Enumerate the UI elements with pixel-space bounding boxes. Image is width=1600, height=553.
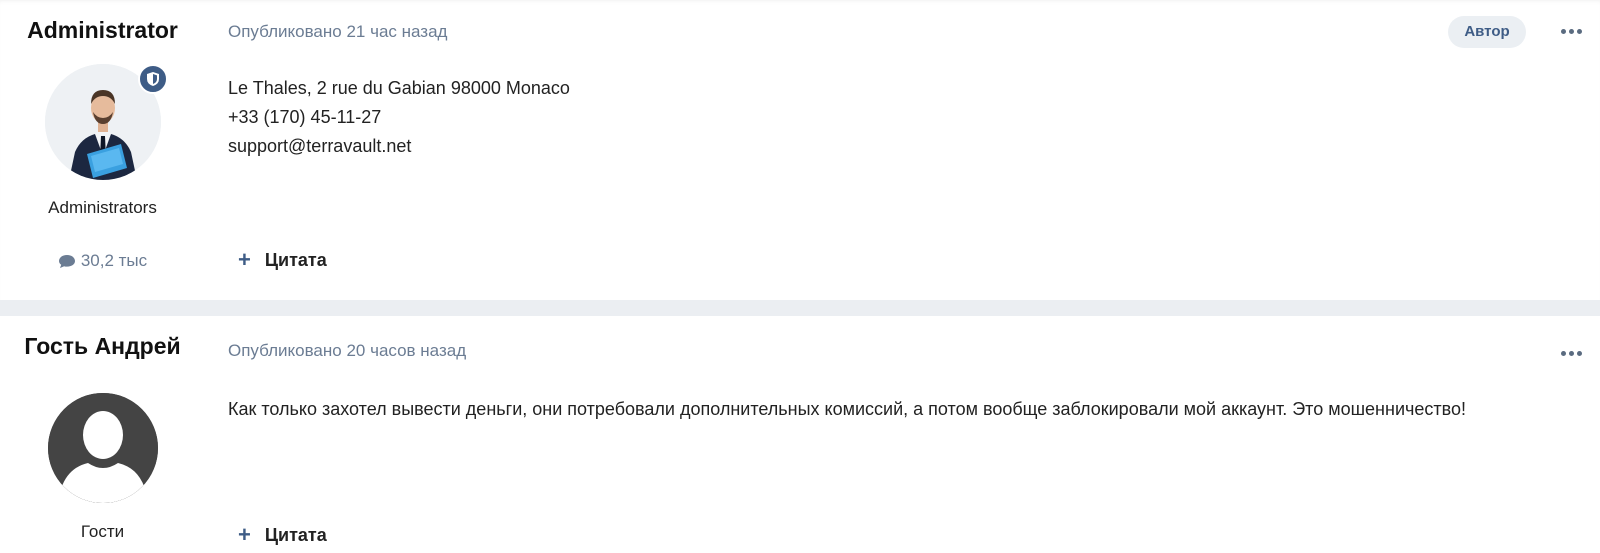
post-content: Как только захотел вывести деньги, они п… [228,395,1466,424]
author-column: Administrator Administrators 30,2 тыс [0,0,205,300]
post-count: 30,2 тыс [0,251,205,271]
plus-icon: + [238,247,251,272]
post-guest: Гость Андрей Гости Опубликовано 20 часов… [0,316,1600,553]
ellipsis-icon[interactable] [1561,348,1585,358]
ellipsis-icon[interactable] [1561,26,1585,36]
default-avatar-icon [48,393,158,503]
content-line: support@terravault.net [228,136,412,156]
author-name[interactable]: Administrator [0,17,205,44]
plus-icon: + [238,522,251,547]
post-date[interactable]: Опубликовано 20 часов назад [228,341,466,361]
author-name: Гость Андрей [24,333,181,359]
author-column: Гость Андрей Гости [0,316,205,553]
content-line: Как только захотел вывести деньги, они п… [228,399,1467,419]
post-count-value: 30,2 тыс [80,251,148,270]
content-line: +33 (170) 45-11-27 [228,107,382,127]
comment-icon [58,254,75,268]
post-administrator: Administrator Administrators 30,2 тыс Оп… [0,0,1600,300]
content-line: Le Thales, 2 rue du Gabian 98000 Monaco [228,78,570,98]
post-content: Le Thales, 2 rue du Gabian 98000 Monaco … [228,74,570,161]
author-badge: Автор [1448,16,1526,48]
quote-button[interactable]: + Цитата [238,247,327,273]
shield-icon [138,64,168,94]
quote-label: Цитата [264,249,327,270]
post-date[interactable]: Опубликовано 21 час назад [228,22,447,42]
avatar [48,393,158,503]
post-separator [0,300,1600,316]
quote-button[interactable]: + Цитата [238,522,327,548]
quote-label: Цитата [264,524,327,545]
group-name: Гости [80,522,125,541]
group-name: Administrators [48,198,157,217]
